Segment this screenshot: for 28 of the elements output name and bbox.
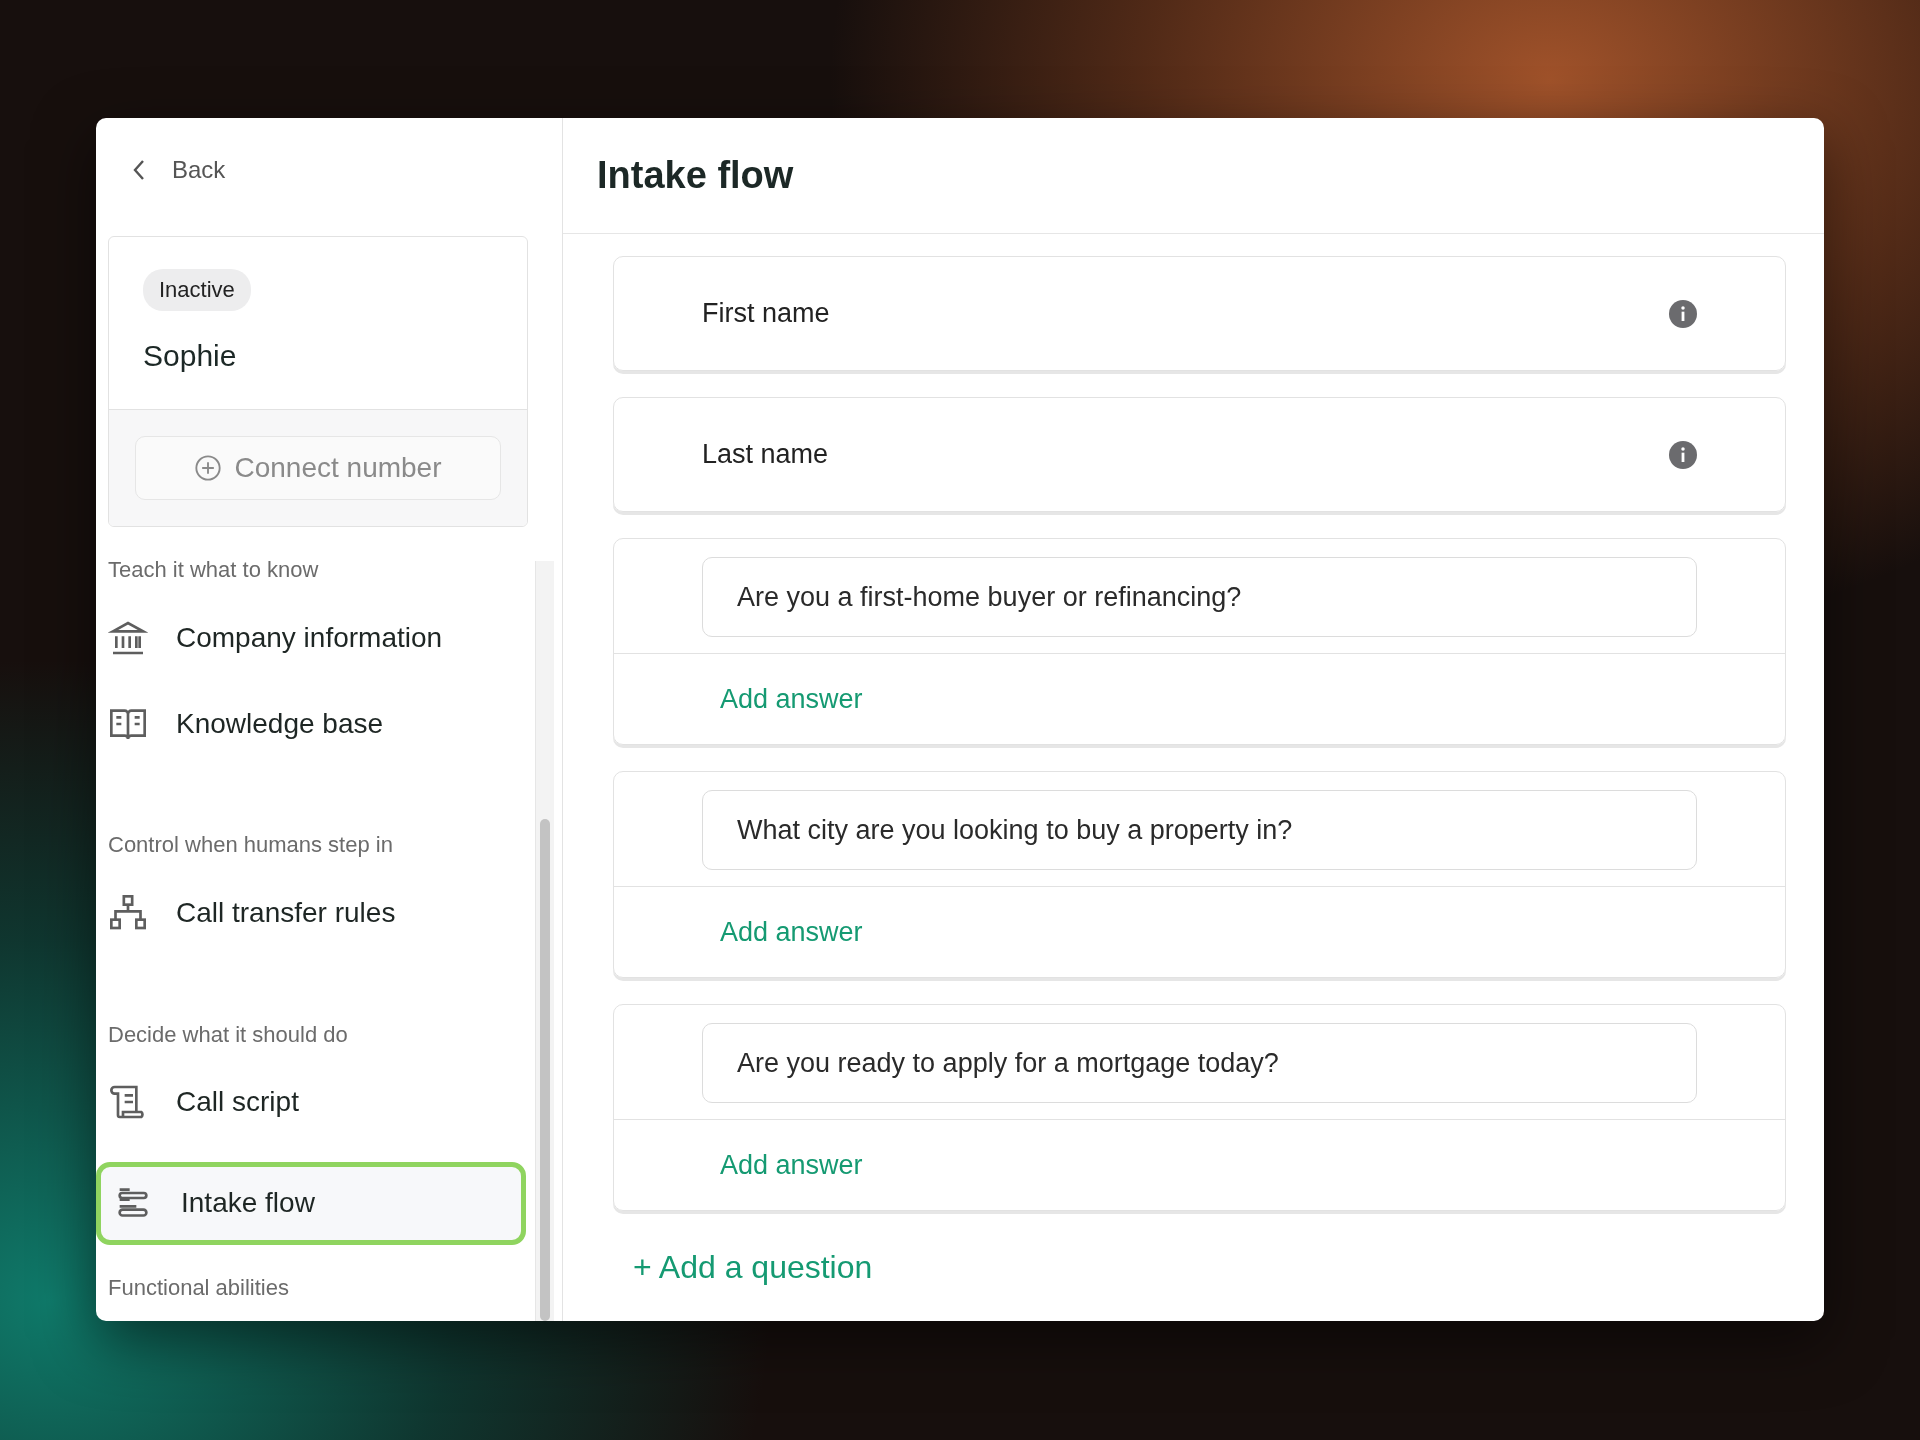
nav-item[interactable]: Call transfer rules xyxy=(108,878,526,948)
add-answer-link[interactable]: Add answer xyxy=(720,916,863,948)
back-button[interactable]: Back xyxy=(96,118,226,222)
chevron-left-icon xyxy=(132,159,146,181)
question-label: Last name xyxy=(702,439,829,470)
question-field[interactable]: Are you ready to apply for a mortgage today? xyxy=(702,1023,1697,1103)
question-field[interactable]: Are you a first-home buyer or refinancing? xyxy=(702,557,1697,637)
add-answer-link[interactable]: Add answer xyxy=(720,683,863,715)
nav-item[interactable]: Company information xyxy=(108,603,526,673)
add-answer-link[interactable]: Add answer xyxy=(720,1149,863,1181)
plus-circle-icon xyxy=(194,454,223,482)
section-label: Decide what it should do xyxy=(108,1021,349,1048)
agent-name: Sophie xyxy=(143,339,237,373)
nav-item[interactable]: Knowledge base xyxy=(108,689,526,759)
add-question-link[interactable]: + Add a question xyxy=(633,1249,1786,1286)
nav-item[interactable]: Intake flow xyxy=(96,1161,526,1245)
question-label: First name xyxy=(702,298,830,329)
info-icon[interactable] xyxy=(1669,299,1697,328)
page-title: Intake flow xyxy=(597,154,794,197)
info-icon[interactable] xyxy=(1669,440,1697,469)
nav-item[interactable]: Call script xyxy=(108,1067,526,1137)
section-label: Control when humans step in xyxy=(108,832,394,859)
status-badge: Inactive xyxy=(143,269,251,311)
section-label: Functional abilities xyxy=(108,1275,290,1301)
scrollbar-thumb[interactable] xyxy=(540,819,550,1321)
question-field[interactable]: What city are you looking to buy a property in? xyxy=(702,790,1697,870)
scrollbar[interactable] xyxy=(535,561,554,1321)
section-label: Teach it what to know xyxy=(108,557,320,583)
